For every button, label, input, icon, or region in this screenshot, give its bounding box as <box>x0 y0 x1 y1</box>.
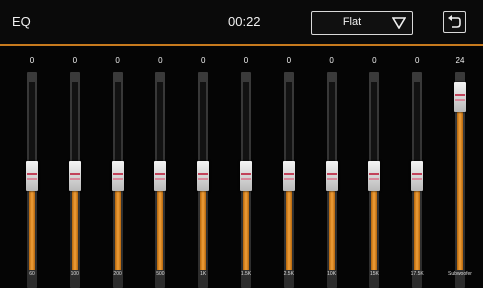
eq-band: 0 17.5K <box>399 46 435 288</box>
band-label: 100 <box>70 271 79 277</box>
eq-band: 0 15K <box>356 46 392 288</box>
band-label: 10K <box>327 271 337 277</box>
band-value: 0 <box>372 56 377 65</box>
knob-marker <box>155 178 166 180</box>
page-title: EQ <box>12 14 31 29</box>
band-label: 2.5K <box>283 271 294 277</box>
eq-band: 0 100 <box>57 46 93 288</box>
eq-band: 0 2.5K <box>271 46 307 288</box>
knob-marker <box>455 99 465 101</box>
clock: 00:22 <box>228 14 261 29</box>
slider-track[interactable] <box>454 72 466 288</box>
eq-band: 0 500 <box>142 46 178 288</box>
header-bar: EQ 00:22 Flat <box>0 0 483 44</box>
knob-marker <box>369 173 380 175</box>
band-value: 0 <box>414 56 420 65</box>
band-label: 200 <box>113 271 122 277</box>
knob-marker <box>326 173 337 175</box>
back-button[interactable] <box>443 11 466 33</box>
slider-track[interactable] <box>368 72 381 288</box>
eq-band: 0 200 <box>100 46 136 288</box>
preset-label: Flat <box>342 16 362 28</box>
band-label: 1.5K <box>240 271 252 277</box>
knob-marker <box>155 173 166 175</box>
slider-track[interactable] <box>111 72 124 288</box>
band-value: 0 <box>200 56 206 65</box>
eq-band: 0 10K <box>314 46 350 288</box>
equalizer-panel: 0 60 0 100 0 200 0 500 0 1K 0 1.5K 0 2.5K 0 10K 0 15K 0 17.… <box>0 46 483 288</box>
slider-track[interactable] <box>240 72 252 288</box>
band-value: 0 <box>115 56 120 65</box>
eq-band: 0 1K <box>185 46 221 288</box>
knob-marker <box>112 173 123 175</box>
band-label: 60 <box>29 271 35 277</box>
preset-dropdown[interactable]: Flat <box>311 11 413 35</box>
slider-knob[interactable] <box>197 161 210 191</box>
band-value: 0 <box>286 56 292 65</box>
eq-band: 0 1.5K <box>228 46 264 288</box>
band-value: 0 <box>72 56 78 65</box>
knob-marker <box>27 173 37 175</box>
knob-marker <box>283 178 294 180</box>
knob-marker <box>455 94 465 96</box>
band-value: 24 <box>455 56 465 65</box>
eq-band: 24 Subwoofer <box>442 46 478 288</box>
knob-marker <box>69 178 80 180</box>
back-arrow-icon <box>448 15 461 28</box>
band-value: 0 <box>158 56 163 65</box>
band-label: Subwoofer <box>448 271 472 277</box>
knob-marker <box>241 173 251 175</box>
knob-marker <box>27 178 37 180</box>
slider-knob[interactable] <box>240 161 252 191</box>
knob-marker <box>412 173 423 175</box>
slider-knob[interactable] <box>325 161 338 191</box>
slider-knob[interactable] <box>282 161 295 191</box>
band-label: 17.5K <box>410 271 424 277</box>
band-label: 1K <box>200 271 207 277</box>
slider-knob[interactable] <box>368 161 381 191</box>
knob-marker <box>198 178 209 180</box>
knob-marker <box>69 173 80 175</box>
slider-knob[interactable] <box>454 82 466 112</box>
band-value: 0 <box>329 56 334 65</box>
slider-track[interactable] <box>68 72 81 288</box>
band-label: 500 <box>156 271 165 277</box>
slider-track[interactable] <box>282 72 295 288</box>
slider-track[interactable] <box>325 72 338 288</box>
knob-marker <box>241 178 251 180</box>
slider-knob[interactable] <box>154 161 167 191</box>
knob-marker <box>326 178 337 180</box>
slider-knob[interactable] <box>411 161 424 191</box>
band-label: 15K <box>369 271 379 277</box>
slider-knob[interactable] <box>111 161 124 191</box>
band-value: 0 <box>29 56 35 65</box>
slider-track[interactable] <box>197 72 210 288</box>
slider-knob[interactable] <box>68 161 81 191</box>
knob-marker <box>412 178 423 180</box>
slider-track[interactable] <box>154 72 167 288</box>
knob-marker <box>283 173 294 175</box>
eq-band: 0 60 <box>14 46 50 288</box>
slider-knob[interactable] <box>26 161 38 191</box>
knob-marker <box>369 178 380 180</box>
slider-fill <box>457 97 463 270</box>
slider-track[interactable] <box>26 72 38 288</box>
triangle-down-icon <box>392 17 406 29</box>
knob-marker <box>112 178 123 180</box>
slider-track[interactable] <box>411 72 424 288</box>
band-value: 0 <box>243 56 249 65</box>
knob-marker <box>198 173 209 175</box>
